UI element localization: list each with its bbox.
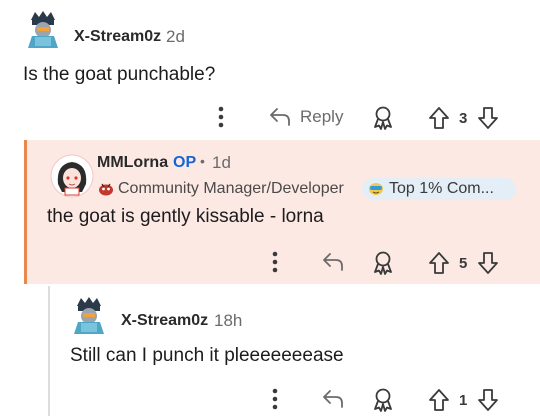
avatar[interactable] <box>22 6 64 48</box>
award-icon <box>374 106 392 130</box>
downvote-button[interactable] <box>477 106 499 130</box>
upvote-arrow-icon <box>429 252 449 274</box>
downvote-arrow-icon <box>478 389 498 411</box>
comment-age: 18h <box>214 311 243 330</box>
comment-username[interactable]: X-Stream0z <box>121 312 208 330</box>
avatar[interactable] <box>50 154 94 198</box>
reply-button[interactable]: Reply <box>268 106 343 128</box>
vote-count: 3 <box>459 110 468 127</box>
award-icon <box>374 251 392 275</box>
achievement-badge-label: Top 1% Com... <box>389 180 494 197</box>
more-options-button[interactable] <box>268 250 282 274</box>
comment-age: 1d <box>212 153 231 172</box>
user-flair-text: Community Manager/Developer <box>118 180 344 197</box>
reply-arrow-icon <box>323 253 343 271</box>
thread-line <box>48 286 50 416</box>
badge-icon <box>369 183 383 195</box>
achievement-badge[interactable]: Top 1% Com... <box>362 178 516 200</box>
upvote-button[interactable] <box>428 106 450 130</box>
award-button[interactable] <box>372 388 394 412</box>
reply-label: Reply <box>300 107 344 126</box>
upvote-arrow-icon <box>429 389 449 411</box>
comment-username[interactable]: X-Stream0z <box>74 28 161 46</box>
comment-age: 2d <box>166 27 185 46</box>
comment-body: Still can I punch it pleeeeeeease <box>70 345 344 366</box>
op-tag: OP <box>173 154 197 171</box>
downvote-arrow-icon <box>478 107 498 129</box>
upvote-button[interactable] <box>428 388 450 412</box>
more-options-icon <box>218 106 224 128</box>
award-button[interactable] <box>372 251 394 275</box>
user-flair: Community Manager/Developer <box>98 180 344 198</box>
reply-arrow-icon <box>270 108 290 126</box>
more-options-icon <box>272 251 278 273</box>
reply-arrow-icon <box>323 390 343 408</box>
flair-emoji-icon <box>99 183 113 196</box>
downvote-button[interactable] <box>477 251 499 275</box>
comment-username[interactable]: MMLorna <box>97 154 168 172</box>
downvote-button[interactable] <box>477 388 499 412</box>
more-options-button[interactable] <box>214 105 228 129</box>
award-button[interactable] <box>372 106 394 130</box>
award-icon <box>374 388 392 412</box>
more-options-button[interactable] <box>268 387 282 411</box>
downvote-arrow-icon <box>478 252 498 274</box>
comment-body: Is the goat punchable? <box>23 64 216 85</box>
vote-count: 1 <box>459 392 468 409</box>
reply-button[interactable] <box>321 388 345 410</box>
vote-count: 5 <box>459 255 468 272</box>
upvote-arrow-icon <box>429 107 449 129</box>
avatar[interactable] <box>68 292 110 334</box>
more-options-icon <box>272 388 278 410</box>
reply-button[interactable] <box>321 251 345 273</box>
separator-dot: • <box>200 153 205 169</box>
comment-body: the goat is gently kissable - lorna <box>47 206 324 227</box>
upvote-button[interactable] <box>428 251 450 275</box>
